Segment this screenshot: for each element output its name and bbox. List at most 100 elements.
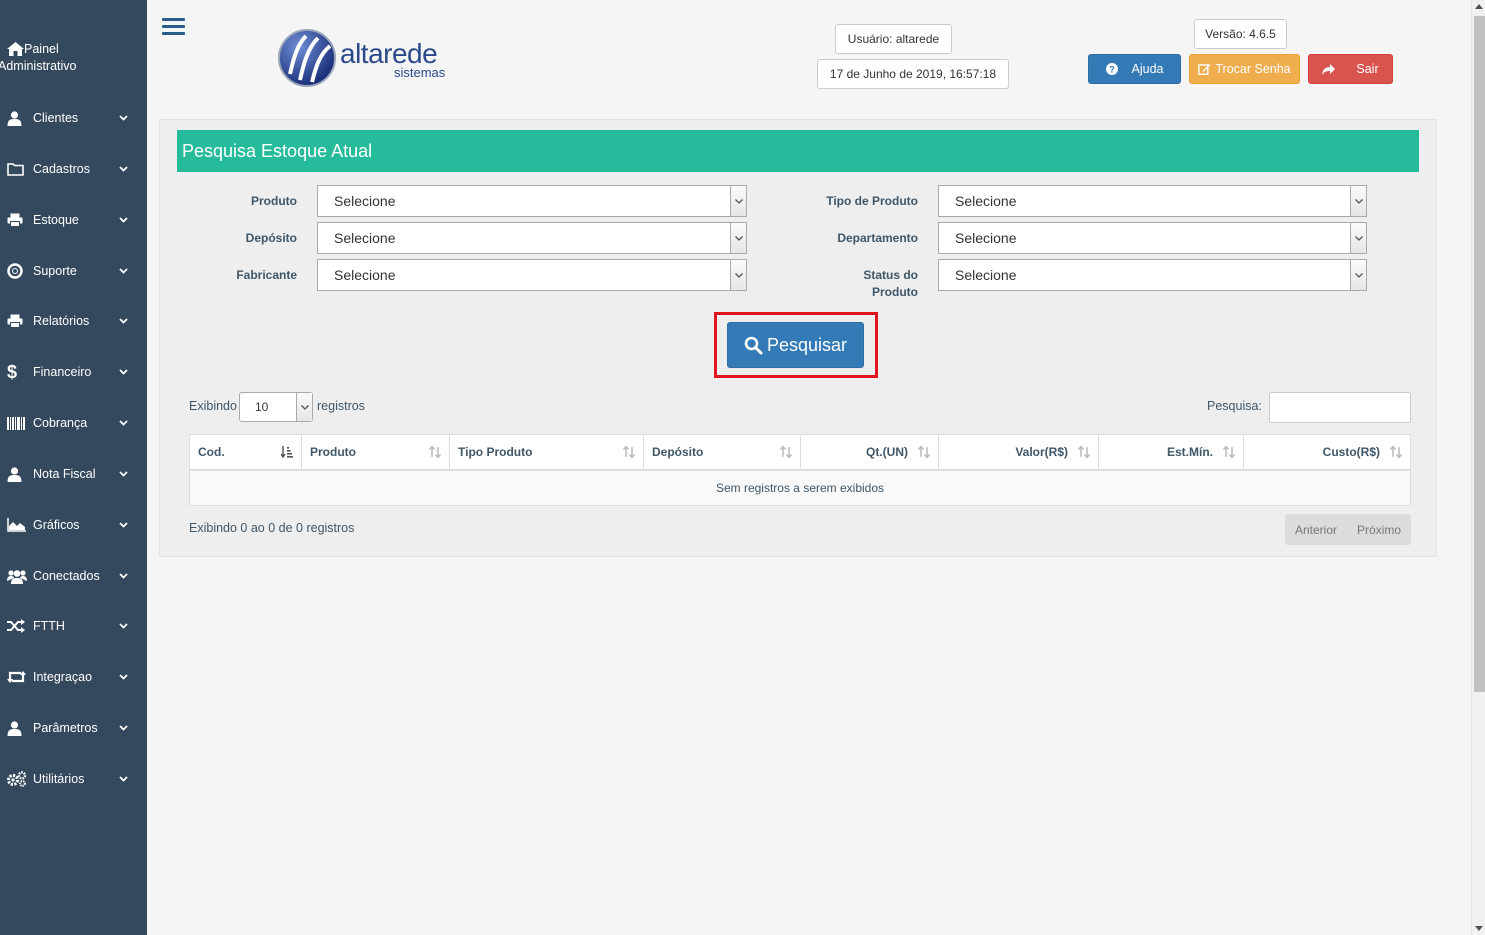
status-produto-label: Status do Produto bbox=[790, 267, 918, 301]
cogs-icon bbox=[7, 770, 27, 788]
status-produto-label-line1: Status do bbox=[863, 268, 918, 282]
table-header: Cod. Produto Tipo Produto Depósito Qt.(U… bbox=[189, 434, 1411, 471]
sidebar-item-graficos[interactable]: Gráficos bbox=[0, 503, 147, 547]
logout-button[interactable]: Sair bbox=[1308, 54, 1393, 84]
logout-label: Sair bbox=[1356, 62, 1379, 76]
menu-toggle-icon[interactable] bbox=[162, 18, 185, 38]
logo-subtext: sistemas bbox=[394, 65, 446, 80]
sidebar-item-label: Clientes bbox=[33, 110, 79, 125]
sidebar-item-label: Gráficos bbox=[33, 517, 80, 532]
sidebar-item-parametros[interactable]: Parâmetros bbox=[0, 706, 147, 750]
col-qt[interactable]: Qt.(UN) bbox=[801, 435, 939, 469]
dollar-icon: $ bbox=[7, 361, 18, 382]
sidebar-item-nota-fiscal[interactable]: Nota Fiscal bbox=[0, 452, 147, 496]
chevron-down-icon bbox=[116, 314, 130, 328]
panel-title: Pesquisa Estoque Atual bbox=[177, 130, 1419, 172]
scroll-down-icon[interactable] bbox=[1475, 926, 1483, 931]
edit-icon bbox=[1198, 63, 1211, 75]
chevron-down-icon bbox=[116, 569, 130, 583]
user-icon bbox=[7, 719, 27, 737]
sort-icon bbox=[1078, 446, 1090, 458]
chevron-down-icon bbox=[116, 721, 130, 735]
vertical-scrollbar[interactable] bbox=[1471, 0, 1485, 935]
user-info: Usuário: altarede bbox=[835, 24, 952, 54]
sidebar-item-label: Cobrança bbox=[33, 415, 88, 430]
col-tipo-produto[interactable]: Tipo Produto bbox=[450, 435, 644, 469]
sort-icon bbox=[1390, 446, 1402, 458]
sidebar-item-suporte[interactable]: Suporte bbox=[0, 249, 147, 293]
sidebar-item-relatorios[interactable]: Relatórios bbox=[0, 299, 147, 343]
col-qt-label: Qt.(UN) bbox=[866, 445, 908, 459]
fabricante-select[interactable]: Selecione bbox=[317, 259, 747, 291]
user-icon bbox=[7, 109, 27, 127]
deposito-select-value: Selecione bbox=[334, 230, 396, 246]
deposito-select[interactable]: Selecione bbox=[317, 222, 747, 254]
departamento-label: Departamento bbox=[837, 231, 918, 245]
next-page-button[interactable]: Próximo bbox=[1347, 523, 1411, 537]
col-cod[interactable]: Cod. bbox=[190, 435, 302, 469]
col-valor[interactable]: Valor(R$) bbox=[939, 435, 1099, 469]
chevron-down-icon bbox=[116, 162, 130, 176]
area-chart-icon bbox=[7, 516, 27, 534]
random-icon bbox=[7, 617, 27, 635]
tipo-produto-select[interactable]: Selecione bbox=[938, 185, 1367, 217]
barcode-icon bbox=[7, 414, 27, 432]
col-produto[interactable]: Produto bbox=[302, 435, 450, 469]
sidebar-item-integracao[interactable]: Integraçao bbox=[0, 655, 147, 699]
sidebar-item-painel[interactable]: Painel Administrativo bbox=[0, 41, 137, 75]
chevron-down-icon bbox=[1350, 186, 1366, 216]
status-produto-select[interactable]: Selecione bbox=[938, 259, 1367, 291]
table-info: Exibindo 0 ao 0 de 0 registros bbox=[189, 521, 355, 535]
sidebar-item-label: Nota Fiscal bbox=[33, 466, 96, 481]
change-password-button[interactable]: Trocar Senha bbox=[1189, 54, 1300, 84]
chevron-down-icon bbox=[730, 223, 746, 253]
sort-icon bbox=[623, 446, 635, 458]
chevron-down-icon bbox=[730, 186, 746, 216]
scroll-up-icon[interactable] bbox=[1475, 4, 1483, 9]
scrollbar-thumb[interactable] bbox=[1474, 16, 1485, 692]
question-circle-icon: ? bbox=[1105, 63, 1118, 75]
page-length-select[interactable]: 10 bbox=[239, 392, 313, 422]
produto-select[interactable]: Selecione bbox=[317, 185, 747, 217]
chevron-down-icon bbox=[116, 772, 130, 786]
share-arrow-icon bbox=[1322, 63, 1336, 75]
search-label: Pesquisa: bbox=[1207, 399, 1262, 413]
sidebar-item-label: Financeiro bbox=[33, 364, 92, 379]
sidebar-item-conectados[interactable]: Conectados bbox=[0, 554, 147, 598]
sidebar-item-label: Painel bbox=[24, 42, 59, 56]
sidebar-item-clientes[interactable]: Clientes bbox=[0, 96, 147, 140]
sidebar-item-cobranca[interactable]: Cobrança bbox=[0, 401, 147, 445]
search-button[interactable]: Pesquisar bbox=[727, 322, 864, 368]
datetime-info: 17 de Junho de 2019, 16:57:18 bbox=[817, 59, 1009, 89]
sidebar-item-label: FTTH bbox=[33, 618, 65, 633]
sort-icon bbox=[1223, 446, 1235, 458]
sidebar-item-label: Estoque bbox=[33, 212, 79, 227]
sidebar-item-ftth[interactable]: FTTH bbox=[0, 604, 147, 648]
table-search-input[interactable] bbox=[1269, 392, 1411, 423]
help-button[interactable]: ? Ajuda bbox=[1088, 54, 1181, 84]
tipo-produto-label: Tipo de Produto bbox=[826, 194, 918, 208]
chevron-down-icon bbox=[1350, 223, 1366, 253]
change-password-label: Trocar Senha bbox=[1215, 62, 1291, 76]
sidebar-item-label: Administrativo bbox=[0, 59, 77, 73]
sidebar-item-financeiro[interactable]: $ Financeiro bbox=[0, 350, 147, 394]
chevron-down-icon bbox=[296, 393, 312, 421]
results-table: Cod. Produto Tipo Produto Depósito Qt.(U… bbox=[189, 434, 1411, 506]
lifering-icon bbox=[7, 262, 27, 280]
sidebar-item-label: Parâmetros bbox=[33, 720, 98, 735]
col-custo[interactable]: Custo(R$) bbox=[1244, 435, 1410, 469]
col-cod-label: Cod. bbox=[198, 445, 225, 459]
sidebar-item-cadastros[interactable]: Cadastros bbox=[0, 147, 147, 191]
col-deposito[interactable]: Depósito bbox=[644, 435, 801, 469]
length-prefix: Exibindo bbox=[189, 399, 237, 413]
prev-page-button[interactable]: Anterior bbox=[1285, 523, 1347, 537]
svg-text:?: ? bbox=[1109, 65, 1115, 75]
departamento-select[interactable]: Selecione bbox=[938, 222, 1367, 254]
sidebar-item-estoque[interactable]: Estoque bbox=[0, 198, 147, 242]
sidebar-item-label: Relatórios bbox=[33, 313, 90, 328]
chevron-down-icon bbox=[730, 260, 746, 290]
empty-table-message: Sem registros a serem exibidos bbox=[189, 471, 1411, 506]
page-length-value: 10 bbox=[255, 400, 269, 414]
col-est-min[interactable]: Est.Mín. bbox=[1099, 435, 1244, 469]
sidebar-item-utilitarios[interactable]: Utilitários bbox=[0, 757, 147, 801]
